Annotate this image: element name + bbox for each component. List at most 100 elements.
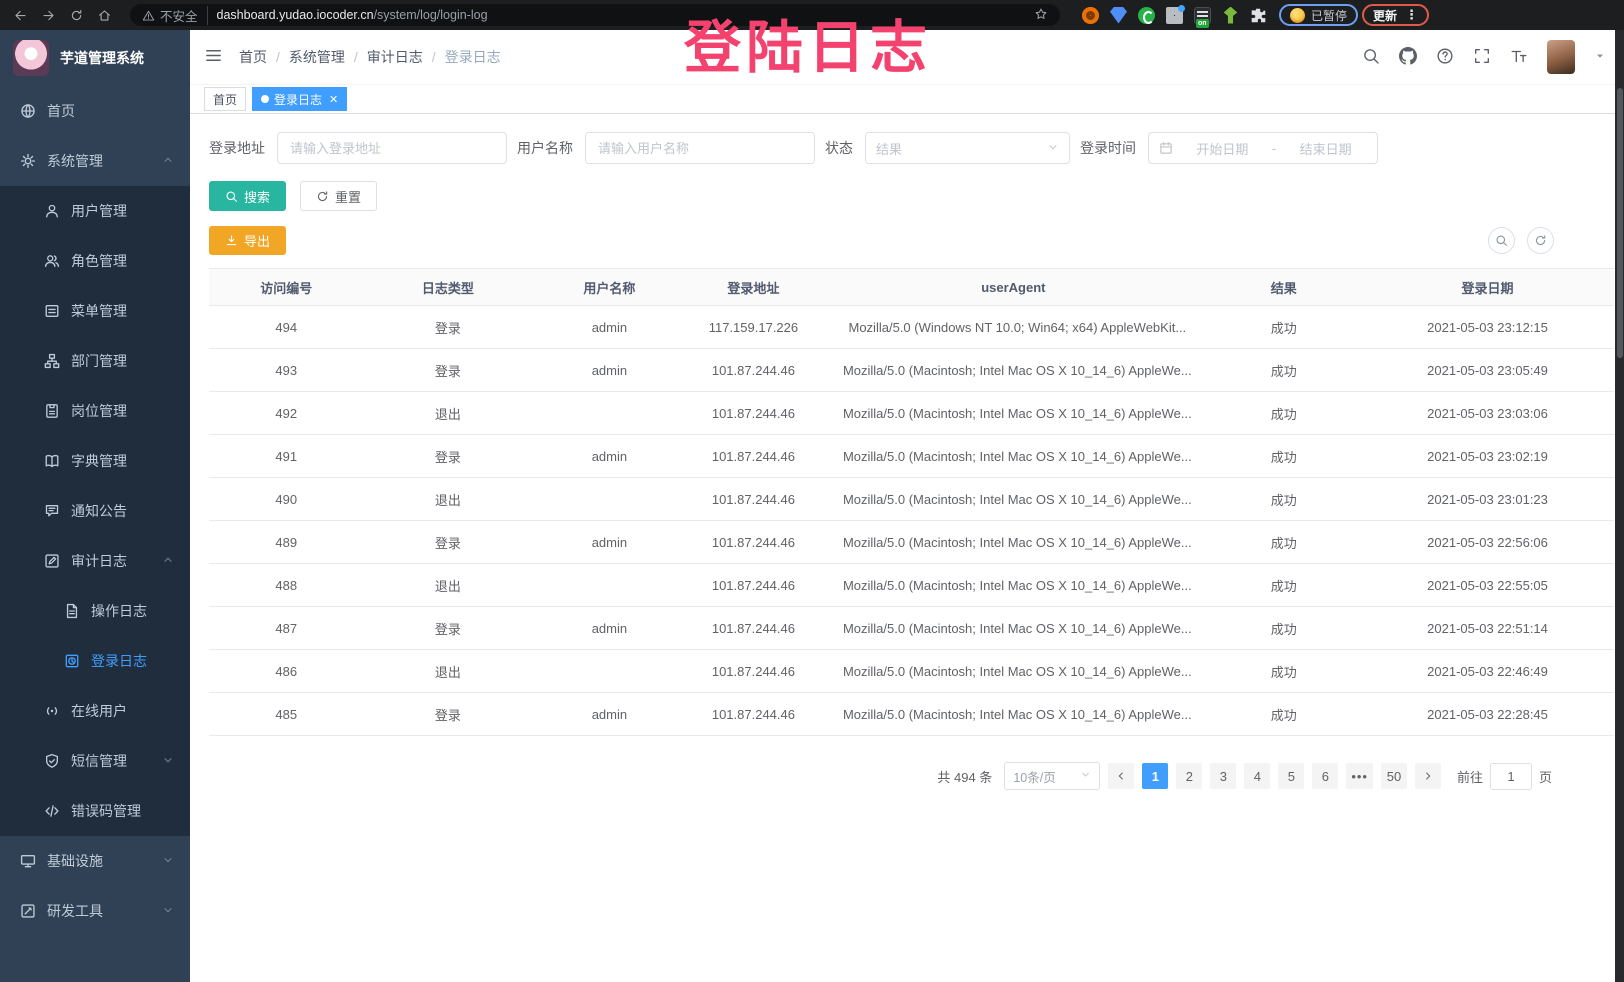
breadcrumb-audit[interactable]: 审计日志	[367, 47, 423, 67]
sidebar-item-departments[interactable]: 部门管理	[0, 336, 190, 386]
close-icon[interactable]: ✕	[329, 93, 338, 106]
sidebar-item-error-codes[interactable]: 错误码管理	[0, 786, 190, 836]
font-size-icon[interactable]	[1510, 47, 1528, 68]
sidebar-item-announcements[interactable]: 通知公告	[0, 486, 190, 536]
profile-paused-badge[interactable]: 已暂停	[1279, 4, 1358, 26]
fullscreen-icon[interactable]	[1473, 47, 1491, 68]
page-button-5[interactable]: 5	[1278, 763, 1304, 789]
breadcrumb-system[interactable]: 系统管理	[289, 47, 345, 67]
table-row: 492退出101.87.244.46Mozilla/5.0 (Macintosh…	[209, 392, 1614, 435]
extension-orange-icon[interactable]	[1082, 7, 1099, 24]
app-title: 芋道管理系统	[60, 48, 144, 68]
audit-icon	[44, 553, 60, 569]
sidebar-item-dictionary[interactable]: 字典管理	[0, 436, 190, 486]
refresh-table-button[interactable]	[1527, 227, 1554, 254]
extension-plant-icon[interactable]	[1222, 7, 1239, 24]
help-icon[interactable]	[1436, 47, 1454, 68]
sidebar-item-online-users[interactable]: 在线用户	[0, 686, 190, 736]
login-time-range-picker[interactable]: 开始日期 - 结束日期	[1148, 132, 1378, 164]
sidebar-item-positions[interactable]: 岗位管理	[0, 386, 190, 436]
sidebar-item-operation-log[interactable]: 操作日志	[0, 586, 190, 636]
security-warning[interactable]: 不安全	[142, 6, 208, 25]
login-log-table: 访问编号 日志类型 用户名称 登录地址 userAgent 结果 登录日期 49…	[209, 268, 1614, 736]
login-address-input[interactable]	[277, 132, 507, 164]
more-pages-button[interactable]: •••	[1346, 763, 1373, 789]
page-button-2[interactable]: 2	[1176, 763, 1202, 789]
caret-down-icon[interactable]	[1594, 49, 1606, 65]
login-log-icon	[64, 653, 80, 669]
sidebar-item-home[interactable]: 首页	[0, 86, 190, 136]
sidebar-item-devtools[interactable]: 研发工具	[0, 886, 190, 936]
status-select[interactable]: 结果	[865, 132, 1070, 164]
sidebar-item-roles[interactable]: 角色管理	[0, 236, 190, 286]
sidebar-item-audit-log[interactable]: 审计日志	[0, 536, 190, 586]
github-icon[interactable]	[1399, 47, 1417, 68]
table-row: 491登录admin101.87.244.46Mozilla/5.0 (Maci…	[209, 435, 1614, 478]
operation-log-icon	[64, 603, 80, 619]
page-button-1[interactable]: 1	[1142, 763, 1168, 789]
user-avatar[interactable]	[1547, 40, 1575, 74]
next-page-button[interactable]	[1415, 763, 1441, 789]
status-label: 状态	[825, 138, 865, 158]
page-button-4[interactable]: 4	[1244, 763, 1270, 789]
username-label: 用户名称	[517, 138, 585, 158]
sidebar-item-users[interactable]: 用户管理	[0, 186, 190, 236]
sidebar-item-infrastructure[interactable]: 基础设施	[0, 836, 190, 886]
col-header-user: 用户名称	[532, 269, 687, 306]
code-icon	[44, 803, 60, 819]
tab-login-log[interactable]: 登录日志 ✕	[252, 87, 347, 111]
table-row: 488退出101.87.244.46Mozilla/5.0 (Macintosh…	[209, 564, 1614, 607]
scrollbar-thumb[interactable]	[1617, 88, 1623, 358]
address-bar[interactable]: 不安全 dashboard.yudao.iocoder.cn/system/lo…	[130, 4, 1060, 26]
globe-icon	[20, 103, 36, 119]
chevron-up-icon	[162, 553, 174, 569]
extensions-puzzle-icon[interactable]	[1250, 7, 1267, 24]
home-icon[interactable]	[92, 3, 116, 27]
forward-icon[interactable]	[36, 3, 60, 27]
bookmark-star-icon[interactable]	[1034, 7, 1048, 24]
export-button[interactable]: 导出	[209, 226, 286, 255]
table-row: 489登录admin101.87.244.46Mozilla/5.0 (Maci…	[209, 521, 1614, 564]
extension-gem-icon[interactable]	[1110, 7, 1127, 24]
browser-menu-icon[interactable]: ⋮	[1405, 7, 1418, 23]
extension-grid-icon[interactable]	[1166, 7, 1183, 24]
breadcrumb: 首页 / 系统管理 / 审计日志 / 登录日志	[239, 47, 501, 67]
breadcrumb-current: 登录日志	[445, 47, 501, 67]
sidebar-item-system[interactable]: 系统管理	[0, 136, 190, 186]
extension-green-icon[interactable]	[1138, 7, 1155, 24]
reload-icon[interactable]	[64, 3, 88, 27]
col-header-id: 访问编号	[209, 269, 364, 306]
refresh-icon	[1534, 234, 1547, 247]
goto-page-input[interactable]	[1490, 763, 1532, 790]
calendar-icon	[1159, 141, 1173, 155]
username-input[interactable]	[585, 132, 815, 164]
reset-button[interactable]: 重置	[300, 181, 377, 211]
search-button[interactable]: 搜索	[209, 181, 286, 211]
back-icon[interactable]	[8, 3, 32, 27]
tab-home[interactable]: 首页	[204, 87, 246, 111]
table-row: 494登录admin117.159.17.226Mozilla/5.0 (Win…	[209, 306, 1614, 349]
sidebar-item-login-log[interactable]: 登录日志	[0, 636, 190, 686]
page-button-3[interactable]: 3	[1210, 763, 1236, 789]
extensions-row: on	[1082, 7, 1267, 24]
sidebar-toggle-icon[interactable]	[204, 46, 223, 68]
sidebar-item-menus[interactable]: 菜单管理	[0, 286, 190, 336]
page-size-select[interactable]: 10条/页	[1004, 762, 1100, 790]
prev-page-button[interactable]	[1108, 763, 1134, 789]
sidebar-item-sms[interactable]: 短信管理	[0, 736, 190, 786]
refresh-icon	[316, 190, 329, 203]
table-row: 487登录admin101.87.244.46Mozilla/5.0 (Maci…	[209, 607, 1614, 650]
download-icon	[225, 234, 238, 247]
page-button-6[interactable]: 6	[1312, 763, 1338, 789]
browser-update-button[interactable]: 更新 ⋮	[1362, 4, 1429, 26]
table-row: 485登录admin101.87.244.46Mozilla/5.0 (Maci…	[209, 693, 1614, 736]
toggle-search-button[interactable]	[1488, 227, 1515, 254]
search-icon[interactable]	[1362, 47, 1380, 68]
paused-label: 已暂停	[1311, 7, 1347, 24]
app-logo-row: 芋道管理系统	[0, 30, 190, 86]
extension-list-icon[interactable]: on	[1194, 7, 1211, 24]
breadcrumb-home[interactable]: 首页	[239, 47, 267, 67]
login-time-label: 登录时间	[1080, 138, 1148, 158]
page-button-50[interactable]: 50	[1381, 763, 1407, 789]
vertical-scrollbar[interactable]	[1615, 30, 1624, 982]
